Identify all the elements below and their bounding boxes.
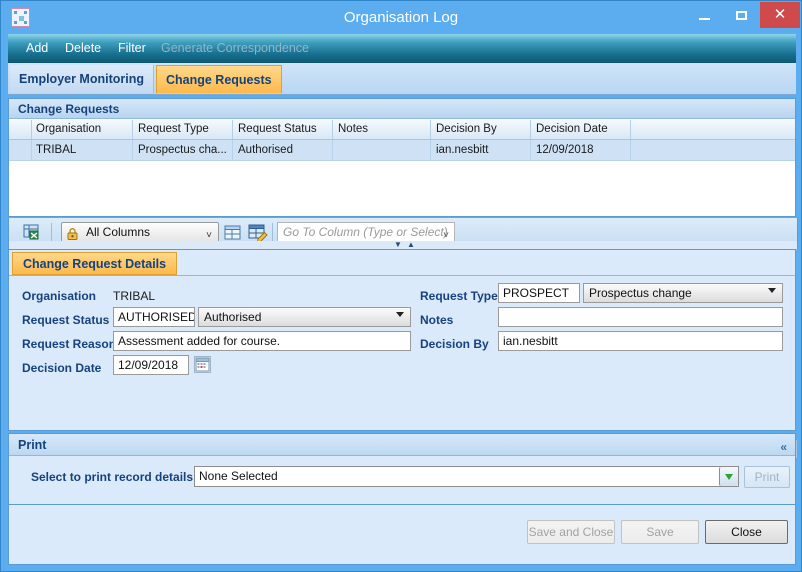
tab-change-request-details[interactable]: Change Request Details (12, 252, 177, 275)
change-requests-grid-panel: Change Requests Organisation Request Typ… (8, 98, 796, 217)
goto-column-placeholder: Go To Column (Type or Select) (283, 225, 448, 239)
action-toolbar: Add Delete Filter Generate Correspondenc… (8, 34, 796, 64)
request-status-code-field[interactable]: AUTHORISED (113, 307, 195, 327)
decision-by-field[interactable]: ian.nesbitt (498, 331, 783, 351)
decision-date-field[interactable]: 12/09/2018 (113, 355, 189, 375)
request-type-code-field[interactable]: PROSPECT (498, 283, 580, 303)
cell-request-type: Prospectus cha... (133, 140, 233, 160)
notes-field[interactable] (498, 307, 783, 327)
label-request-status: Request Status (22, 311, 109, 329)
print-panel: Print « Select to print record details N… (8, 433, 796, 505)
cell-decision-date: 12/09/2018 (531, 140, 631, 160)
change-request-details-panel: Change Request Details Organisation TRIB… (8, 249, 796, 431)
grid-panel-caption: Change Requests (9, 99, 795, 119)
grid-layout-glyph (222, 222, 244, 243)
chevron-down-icon-status (396, 312, 404, 317)
chevron-down-icon-type (768, 288, 776, 293)
generate-correspondence-button: Generate Correspondence (161, 34, 309, 63)
toolbar-separator-1 (51, 223, 52, 242)
column-header-request-status[interactable]: Request Status (233, 120, 333, 139)
value-organisation: TRIBAL (113, 287, 155, 305)
grid-empty-area (9, 161, 795, 216)
label-select-print-record: Select to print record details (31, 470, 193, 484)
delete-button[interactable]: Delete (65, 34, 101, 63)
cell-notes (333, 140, 431, 160)
label-request-type: Request Type (420, 287, 498, 305)
column-header-decision-by[interactable]: Decision By (431, 120, 531, 139)
filter-button[interactable]: Filter (118, 34, 146, 63)
column-header-decision-date[interactable]: Decision Date (531, 120, 631, 139)
label-request-reason: Request Reason (22, 335, 116, 353)
column-filter-value: All Columns (86, 225, 150, 239)
print-caption-label: Print (18, 438, 46, 452)
maximize-icon (736, 11, 747, 20)
label-decision-by: Decision By (420, 335, 489, 353)
close-icon: ✕ (774, 6, 787, 23)
details-tab-underline (9, 275, 795, 276)
request-status-dropdown-value: Authorised (204, 310, 261, 324)
column-header-notes[interactable]: Notes (333, 120, 431, 139)
grid-header-indicator (9, 120, 32, 139)
collapse-chevron-icon[interactable]: « (780, 436, 787, 458)
footer-bar: Save and Close Save Close (8, 505, 796, 565)
maximize-button[interactable] (723, 2, 760, 28)
dropdown-arrow-icon (725, 474, 733, 480)
grid-edit-layout-glyph (247, 222, 269, 243)
toolbar-separator-2 (272, 223, 273, 242)
tab-change-requests[interactable]: Change Requests (156, 65, 282, 93)
request-type-dropdown[interactable]: Prospectus change (583, 283, 783, 303)
add-button[interactable]: Add (26, 34, 48, 63)
splitter-collapse-down-icon[interactable]: ▼ (394, 242, 402, 248)
cell-filler (631, 140, 795, 160)
label-decision-date: Decision Date (22, 359, 101, 377)
tab-employer-monitoring[interactable]: Employer Monitoring (10, 65, 154, 93)
request-status-dropdown[interactable]: Authorised (198, 307, 411, 327)
lock-icon (67, 227, 78, 239)
print-record-select-value: None Selected (199, 469, 278, 483)
print-record-select[interactable]: None Selected (194, 466, 739, 487)
column-filter-combo[interactable]: All Columns ˅ (61, 222, 219, 243)
cell-organisation: TRIBAL (31, 140, 133, 160)
grid-export-icon[interactable] (21, 222, 43, 243)
minimize-icon (699, 18, 710, 20)
label-organisation: Organisation (22, 287, 96, 305)
grid-layout-icon[interactable] (222, 222, 244, 243)
grid-header-row: Organisation Request Type Request Status… (9, 120, 795, 140)
close-button[interactable]: Close (705, 520, 788, 544)
title-bar: Organisation Log ✕ (1, 1, 801, 34)
grid-edit-layout-icon[interactable] (247, 222, 269, 243)
save-and-close-button: Save and Close (527, 520, 615, 544)
column-header-request-type[interactable]: Request Type (133, 120, 233, 139)
table-row[interactable]: TRIBAL Prospectus cha... Authorised ian.… (9, 140, 795, 161)
tab-strip: Employer Monitoring Change Requests (8, 63, 796, 95)
save-button: Save (621, 520, 699, 544)
print-select-dropdown-button[interactable] (719, 467, 738, 486)
window-title: Organisation Log (1, 1, 801, 34)
organisation-log-window: Organisation Log ✕ Add Delete Filter Gen… (0, 0, 802, 572)
print-panel-caption: Print « (9, 434, 795, 456)
column-header-organisation[interactable]: Organisation (31, 120, 133, 139)
request-reason-field[interactable]: Assessment added for course. (113, 331, 411, 351)
minimize-button[interactable] (686, 2, 723, 28)
calendar-icon[interactable] (194, 356, 211, 373)
label-notes: Notes (420, 311, 453, 329)
row-indicator (9, 140, 32, 160)
column-header-filler (631, 120, 795, 139)
grid-export-glyph (21, 222, 43, 243)
request-type-dropdown-value: Prospectus change (589, 286, 692, 300)
print-button: Print (744, 466, 790, 488)
calendar-glyph (195, 357, 210, 372)
close-window-button[interactable]: ✕ (760, 2, 800, 28)
cell-request-status: Authorised (233, 140, 333, 160)
grid: Organisation Request Type Request Status… (9, 120, 795, 216)
goto-column-input[interactable]: Go To Column (Type or Select) ˅ (277, 222, 455, 243)
splitter-collapse-up-icon[interactable]: ▲ (407, 242, 415, 248)
cell-decision-by: ian.nesbitt (431, 140, 531, 160)
